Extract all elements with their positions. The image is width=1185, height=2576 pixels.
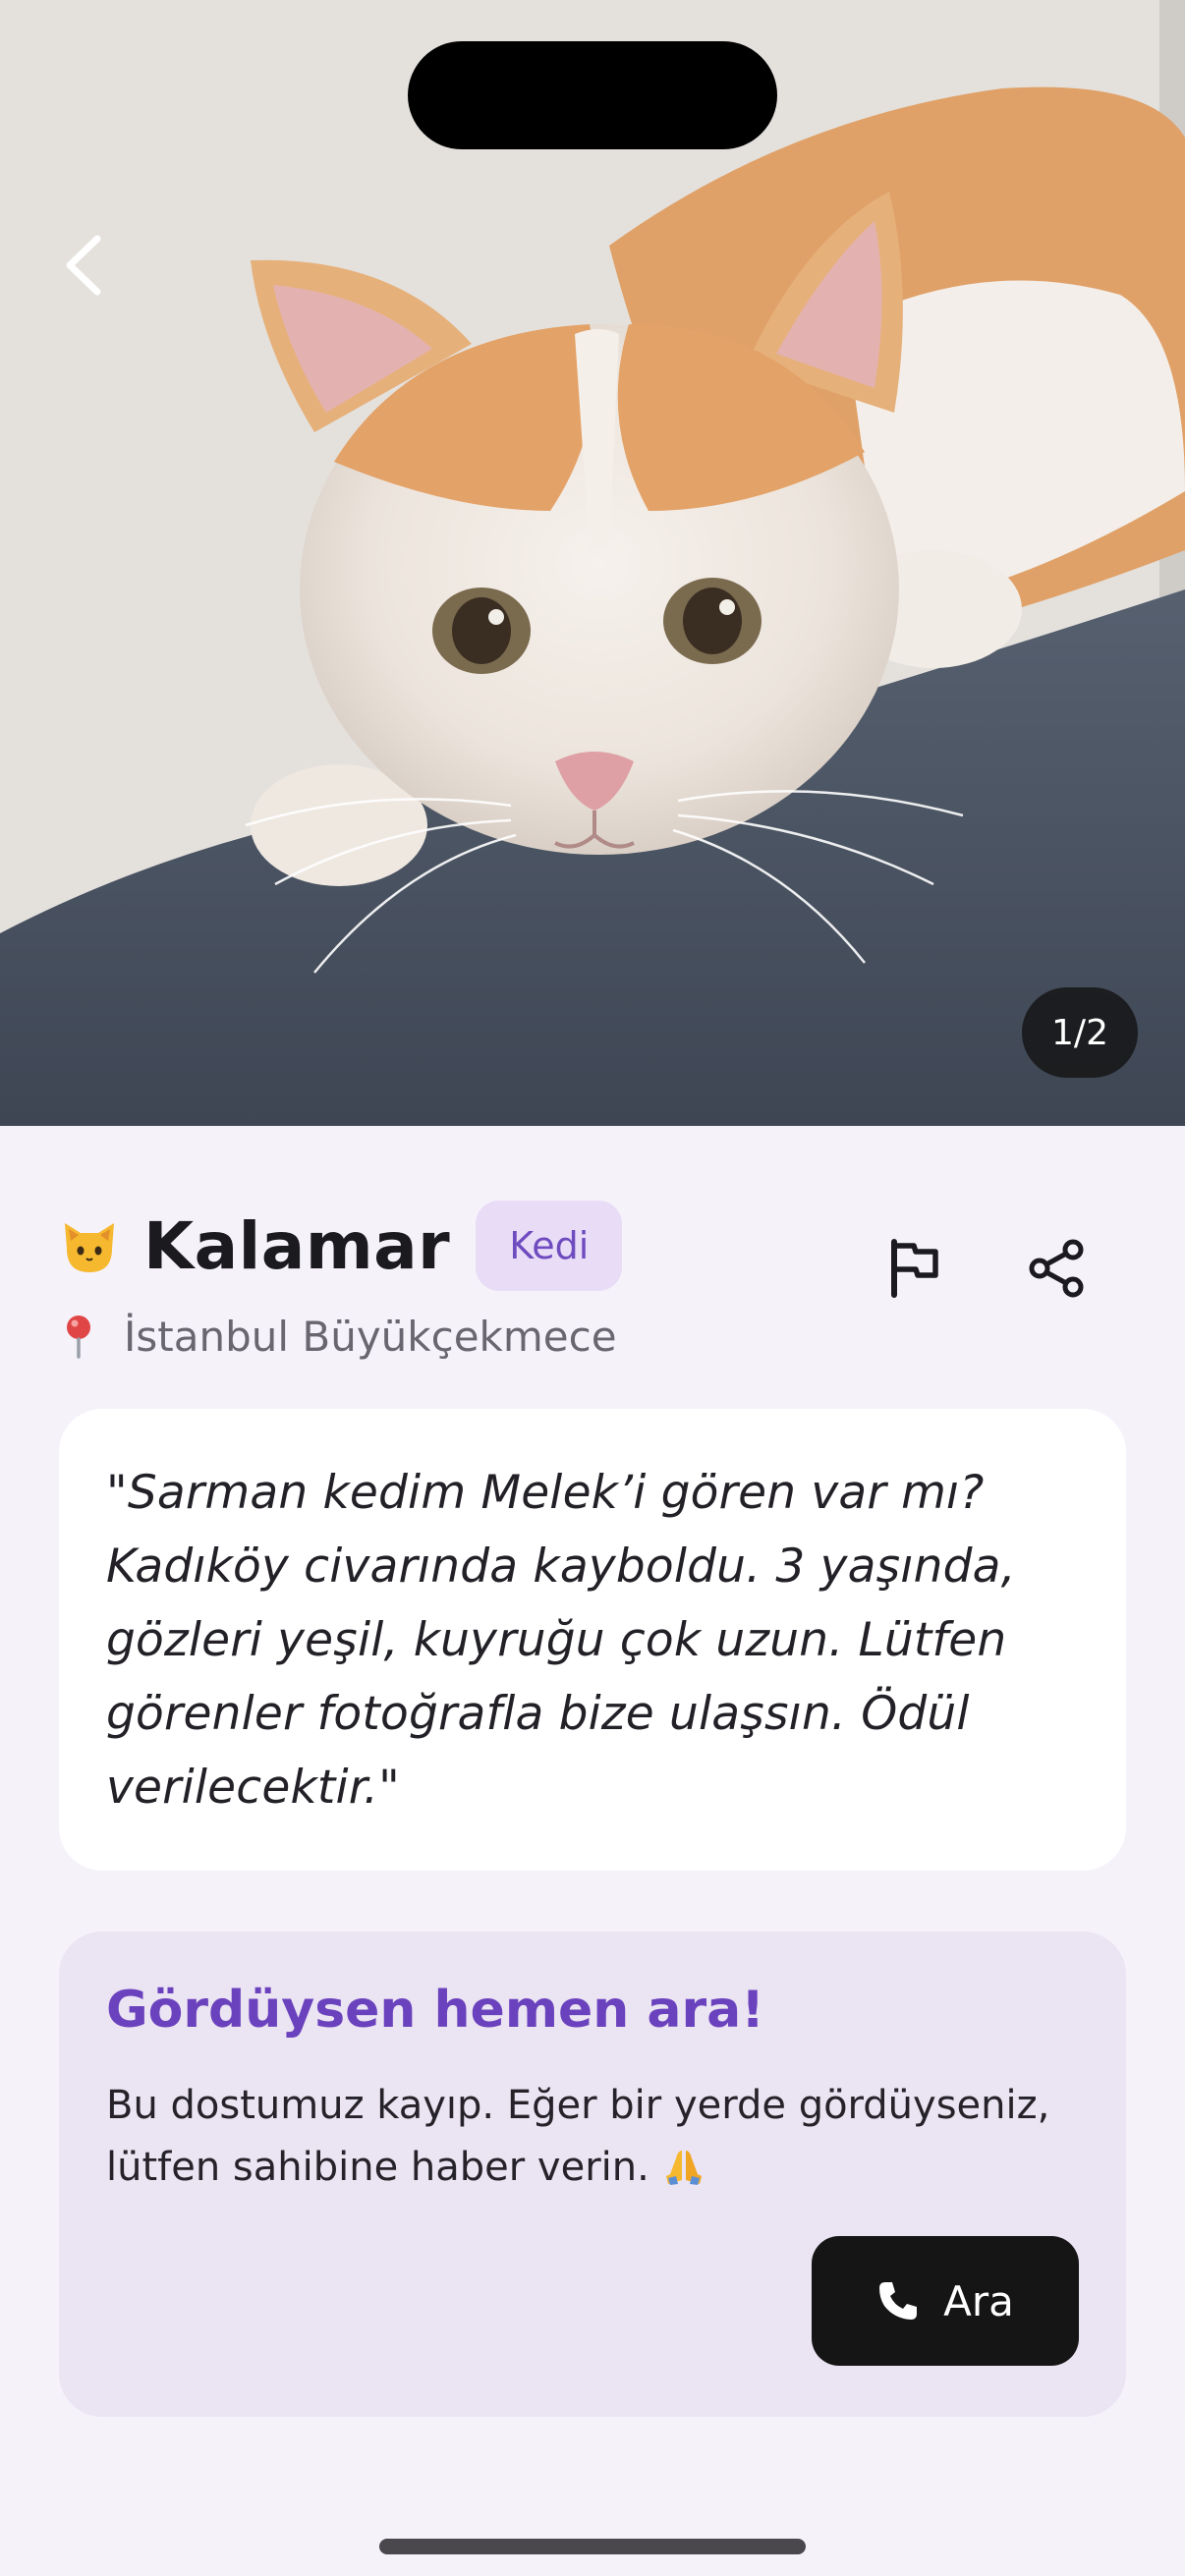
share-button[interactable] — [1012, 1224, 1100, 1313]
alert-body: Bu dostumuz kayıp. Eğer bir yerde gördüy… — [106, 2075, 1099, 2199]
pet-type-badge: Kedi — [476, 1201, 623, 1291]
alert-body-text: Bu dostumuz kayıp. Eğer bir yerde gördüy… — [106, 2083, 1050, 2190]
home-indicator[interactable] — [379, 2539, 806, 2554]
pet-photo — [0, 0, 1185, 1126]
report-button[interactable] — [871, 1224, 959, 1313]
call-alert-card: Gördüysen hemen ara! Bu dostumuz kayıp. … — [59, 1932, 1126, 2417]
alert-title: Gördüysen hemen ara! — [106, 1981, 764, 2040]
image-counter: 1/2 — [1022, 987, 1138, 1078]
location-text: İstanbul Büyükçekmece — [124, 1312, 617, 1361]
description-card: "Sarman kedim Melek’i gören var mı? Kadı… — [59, 1409, 1126, 1871]
description-quote: "Sarman kedim Melek’i gören var mı? Kadı… — [106, 1466, 1016, 1815]
pet-photo-carousel[interactable]: 1/2 — [0, 0, 1185, 1126]
dynamic-island — [408, 41, 777, 149]
location-row: İstanbul Büyükçekmece — [59, 1307, 617, 1366]
chevron-left-icon — [66, 235, 101, 296]
call-button[interactable]: Ara — [812, 2236, 1079, 2366]
share-icon — [1029, 1239, 1084, 1298]
cat-face-icon — [65, 1223, 114, 1272]
folded-hands-icon — [665, 2151, 702, 2185]
back-button[interactable] — [49, 221, 118, 309]
call-button-label: Ara — [943, 2276, 1014, 2325]
pin-icon — [67, 1316, 90, 1359]
phone-icon — [879, 2282, 918, 2320]
pet-title-row: Kalamar Kedi — [59, 1197, 623, 1295]
flag-icon — [891, 1239, 938, 1298]
pet-name: Kalamar — [143, 1207, 451, 1284]
